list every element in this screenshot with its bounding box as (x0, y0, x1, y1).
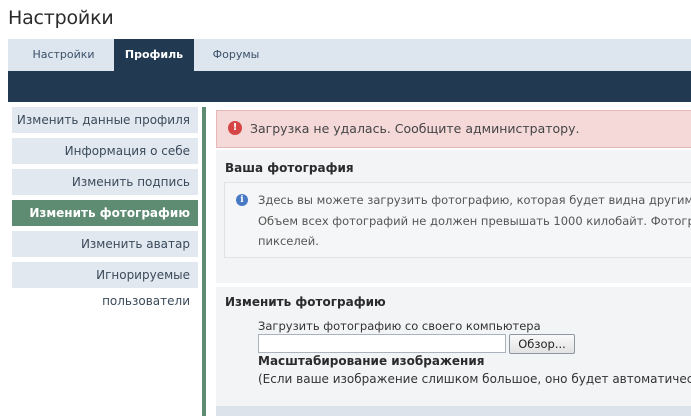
info-line: Здесь вы можете загрузить фотографию, ко… (258, 193, 691, 207)
sidebar-item-edit-avatar[interactable]: Изменить аватар (12, 231, 198, 257)
content-divider (202, 107, 206, 416)
error-icon: ! (228, 121, 242, 135)
info-icon: i (236, 194, 248, 206)
photo-section-title: Ваша фотография (225, 161, 354, 175)
file-path-input[interactable] (258, 334, 506, 353)
page-title: Настройки (8, 7, 114, 29)
scaling-note: (Если ваше изображение слишком большое, … (258, 372, 691, 386)
error-message: ! Загрузка не удалась. Сообщите админист… (216, 110, 691, 148)
change-photo-section: Изменить фотографию Загрузить фотографию… (216, 287, 691, 407)
nav-divider (8, 102, 691, 104)
sidebar-item-ignored-users[interactable]: Игнорируемые пользователи (12, 262, 198, 308)
info-box: i Здесь вы можете загрузить фотографию, … (224, 182, 691, 258)
tab-profile[interactable]: Профиль (114, 39, 194, 73)
tab-settings[interactable]: Настройки (22, 39, 105, 71)
sidebar-item-edit-photo[interactable]: Изменить фотографию (12, 200, 198, 226)
info-line: Объем всех фотографий не должен превышат… (258, 214, 691, 228)
sub-navigation-bar (8, 71, 691, 102)
sidebar-item-about-me[interactable]: Информация о себе (12, 138, 198, 164)
photo-section: Ваша фотография i Здесь вы можете загруз… (216, 150, 691, 283)
info-line: пикселей. (258, 234, 319, 248)
scaling-title: Масштабирование изображения (258, 354, 485, 368)
change-photo-title: Изменить фотографию (225, 295, 386, 309)
browse-button[interactable]: Обзор... (509, 334, 575, 354)
form-footer-bar (216, 406, 691, 416)
sidebar-item-edit-signature[interactable]: Изменить подпись (12, 169, 198, 195)
tab-forums[interactable]: Форумы (204, 39, 268, 71)
sidebar-item-edit-profile[interactable]: Изменить данные профиля (12, 107, 198, 133)
tab-bar: Настройки Профиль Форумы (8, 39, 691, 73)
upload-label: Загрузить фотографию со своего компьютер… (258, 319, 541, 333)
error-text: Загрузка не удалась. Сообщите администра… (250, 121, 580, 136)
page: Настройки Настройки Профиль Форумы Измен… (0, 0, 691, 416)
